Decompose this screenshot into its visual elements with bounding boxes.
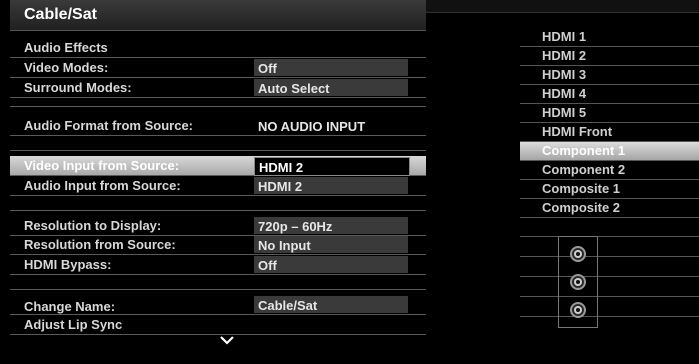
source-item-component-1[interactable]: Component 1 (520, 142, 699, 161)
settings-row-video-modes[interactable]: Video Modes: Off (10, 58, 426, 78)
rca-jack-icon (570, 246, 586, 262)
settings-value: 720p – 60Hz (258, 219, 333, 234)
settings-value: Auto Select (258, 81, 330, 96)
settings-label: Surround Modes: (24, 80, 132, 95)
settings-row-audio-format: Audio Format from Source: NO AUDIO INPUT (10, 116, 426, 136)
settings-row-surround-modes[interactable]: Surround Modes: Auto Select (10, 78, 426, 98)
divider (10, 136, 426, 151)
divider (520, 316, 699, 317)
source-label: HDMI 4 (542, 86, 587, 101)
settings-row-change-name[interactable]: Change Name: Cable/Sat (10, 295, 426, 315)
setup-screen: Cable/Sat Audio Effects Video Modes: Off… (0, 0, 699, 364)
page-title: Cable/Sat (24, 6, 97, 23)
settings-row-audio-effects[interactable]: Audio Effects (10, 38, 426, 58)
settings-label: Audio Input from Source: (24, 178, 181, 193)
source-item-composite-2[interactable]: Composite 2 (520, 199, 699, 218)
settings-label: Audio Effects (24, 40, 108, 55)
source-item-component-2[interactable]: Component 2 (520, 161, 699, 180)
source-label: HDMI 2 (542, 48, 587, 63)
settings-label: HDMI Bypass: (24, 257, 112, 272)
settings-value: No Input (258, 238, 311, 253)
rca-jack-icon (570, 302, 586, 318)
settings-label: Resolution to Display: (24, 218, 162, 233)
settings-label: Video Input from Source: (24, 158, 180, 173)
settings-label: Resolution from Source: (24, 237, 176, 252)
source-label: HDMI 1 (542, 29, 587, 44)
source-item-hdmi-5[interactable]: HDMI 5 (520, 104, 699, 123)
settings-value: Cable/Sat (258, 298, 318, 313)
component-jacks-panel (558, 236, 598, 328)
settings-value-box: Cable/Sat (254, 296, 408, 313)
source-label: Component 2 (542, 162, 626, 177)
settings-row-video-input[interactable]: Video Input from Source: HDMI 2 (10, 156, 426, 176)
source-item-composite-1[interactable]: Composite 1 (520, 180, 699, 199)
divider (10, 196, 426, 211)
settings-row-audio-input[interactable]: Audio Input from Source: HDMI 2 (10, 176, 426, 196)
settings-value-box: 720p – 60Hz (254, 217, 408, 234)
source-label: Composite 1 (542, 181, 621, 196)
settings-value-box: HDMI 2 (254, 177, 408, 194)
divider (10, 275, 426, 290)
rca-jack-icon (570, 274, 586, 290)
source-item-hdmi-front[interactable]: HDMI Front (520, 123, 699, 142)
source-item-hdmi-4[interactable]: HDMI 4 (520, 85, 699, 104)
source-label: HDMI 5 (542, 105, 587, 120)
settings-row-hdmi-bypass[interactable]: HDMI Bypass: Off (10, 255, 426, 275)
settings-value: HDMI 2 (258, 179, 303, 194)
settings-value: HDMI 2 (259, 160, 304, 175)
settings-panel: Cable/Sat Audio Effects Video Modes: Off… (10, 0, 426, 358)
settings-label: Adjust Lip Sync (24, 317, 123, 332)
source-item-hdmi-1[interactable]: HDMI 1 (520, 28, 699, 47)
chevron-down-icon[interactable] (220, 335, 234, 345)
settings-value-box: No Input (254, 236, 408, 253)
settings-row-resolution-source: Resolution from Source: No Input (10, 235, 426, 255)
settings-value: NO AUDIO INPUT (258, 119, 366, 134)
settings-label: Change Name: (24, 299, 116, 314)
settings-value: Off (258, 258, 277, 273)
divider (520, 296, 699, 297)
source-label: HDMI 3 (542, 67, 587, 82)
source-label: HDMI Front (542, 124, 613, 139)
divider (10, 98, 426, 107)
settings-row-resolution-display[interactable]: Resolution to Display: 720p – 60Hz (10, 216, 426, 236)
settings-value: Off (258, 61, 277, 76)
panel-top-bar (426, 0, 699, 13)
settings-value-box: Off (254, 59, 408, 76)
source-label: Component 1 (542, 143, 626, 158)
settings-value-box: Off (254, 256, 408, 273)
divider (520, 256, 699, 257)
source-label: Composite 2 (542, 200, 621, 215)
settings-value-box: HDMI 2 (254, 157, 410, 176)
title-bar: Cable/Sat (10, 0, 426, 31)
settings-label: Video Modes: (24, 60, 109, 75)
settings-value-box: Auto Select (254, 79, 408, 96)
settings-row-adjust-lip-sync[interactable]: Adjust Lip Sync (10, 315, 426, 335)
divider (520, 236, 699, 237)
settings-label: Audio Format from Source: (24, 118, 194, 133)
source-list-panel: HDMI 1 HDMI 2 HDMI 3 HDMI 4 HDMI 5 HDMI … (426, 0, 699, 364)
divider (520, 276, 699, 277)
source-item-hdmi-3[interactable]: HDMI 3 (520, 66, 699, 85)
source-item-hdmi-2[interactable]: HDMI 2 (520, 47, 699, 66)
settings-value-box: NO AUDIO INPUT (254, 117, 408, 134)
